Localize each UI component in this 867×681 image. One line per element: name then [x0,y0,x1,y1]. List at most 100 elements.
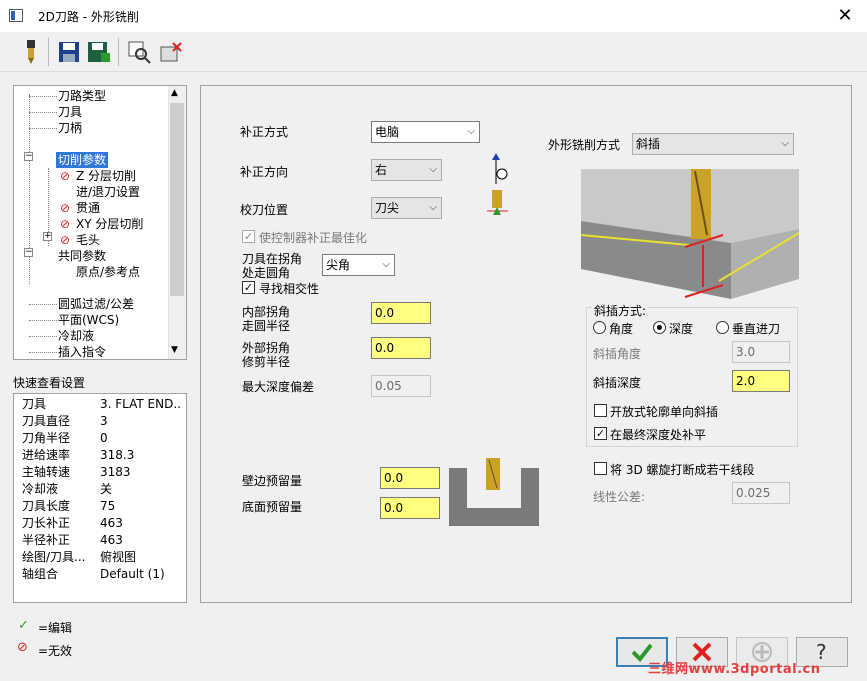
row-key: 冷却液 [22,482,59,496]
table-row: 主轴转速 3183 [22,464,187,481]
outer-corner-input[interactable]: 0.0 [371,337,431,359]
open-contour-label: 开放式轮廓单向斜插 [610,405,719,419]
table-row: 绘图/刀具... 俯视图 [22,549,187,566]
tree-item-holder[interactable]: 刀柄 [58,120,82,136]
tree-item-arc-filter[interactable]: 圆弧过滤/公差 [58,296,134,312]
linear-tol-label: 线性公差: [593,490,646,504]
scroll-down-icon[interactable]: ▼ [171,345,178,355]
row-key: 刀具长度 [22,499,71,513]
tree-item-tool[interactable]: 刀具 [58,104,82,120]
tree-line [29,304,57,305]
tree-item-canned-text[interactable]: 插入指令 [58,344,106,359]
legend-invalid: =无效 [38,644,73,658]
invalid-icon: ⊘ [17,640,28,655]
window-icon [9,9,23,22]
ramp-depth-option: 深度 [669,322,694,336]
ramp-angle-radio[interactable] [593,321,606,334]
collapse-icon[interactable]: − [24,248,33,257]
row-key: 轴组合 [22,567,59,581]
stock-to-leave-illustration [449,458,539,529]
invalid-icon: ⊘ [60,169,71,183]
row-value: 俯视图 [100,550,137,564]
delete-tool-icon[interactable] [158,38,184,66]
linear-tol-input[interactable]: 0.025 [732,482,790,504]
ramp-angle-input[interactable]: 3.0 [732,341,790,363]
tree-item-depth-cuts[interactable]: Z 分层切削 [76,168,136,184]
table-row: 刀角半径 0 [22,430,187,447]
table-row: 半径补正 463 [22,532,187,549]
row-value: 0 [100,431,108,445]
tree-item-multi-passes[interactable]: XY 分层切削 [76,216,143,232]
table-row: 刀具 3. FLAT END... [22,396,187,413]
tree-item-cut-params[interactable]: 切削参数 [56,152,109,168]
expand-icon[interactable]: + [43,232,52,241]
scroll-up-icon[interactable]: ▲ [171,88,178,98]
corner-label-2: 处走圆角 [242,266,291,280]
row-key: 主轴转速 [22,465,71,479]
row-value: 463 [100,533,123,547]
ramp-depth-label: 斜插深度 [593,376,642,390]
row-key: 刀具直径 [22,414,71,428]
find-intersect-label: 寻找相交性 [259,282,320,296]
window-title: 2D刀路 - 外形铣削 [38,10,139,24]
invalid-icon: ⊘ [60,217,71,231]
ramp-plunge-radio[interactable] [716,321,729,334]
comp-type-value: 电脑 [375,125,400,139]
row-value: Default (1) [100,567,165,581]
tree-item-lead-in-out[interactable]: 进/退刀设置 [76,184,140,200]
chevron-down-icon: ⌵ [382,259,390,270]
row-value: 318.3 [100,448,135,462]
tree-item-planes[interactable]: 平面(WCS) [58,312,119,328]
ramp-depth-radio[interactable] [653,321,666,334]
row-value: 3. FLAT END... [100,397,182,411]
helix-break-label: 将 3D 螺旋打断成若干线段 [610,463,755,477]
collapse-icon[interactable]: − [24,152,33,161]
open-contour-checkbox[interactable] [594,404,607,417]
final-depth-label: 在最终深度处补平 [610,428,707,442]
wall-stock-input[interactable]: 0.0 [380,467,440,489]
chevron-down-icon: ⌵ [429,202,437,213]
optimize-checkbox[interactable]: ✓ [242,230,255,243]
tip-comp-label: 校刀位置 [240,203,289,217]
final-depth-checkbox[interactable]: ✓ [594,427,607,440]
ramp-plunge-option: 垂直进刀 [732,322,781,336]
table-row: 冷却液 关 [22,481,187,498]
ramp-angle-label: 斜插角度 [593,347,642,361]
corner-select[interactable]: 尖角 ⌵ [322,254,395,276]
optimize-label: 使控制器补正最佳化 [259,231,368,245]
max-depth-label: 最大深度偏差 [242,380,315,394]
save-as-icon[interactable] [86,38,112,66]
tree-item-tabs[interactable]: 毛头 [76,232,100,248]
floor-stock-label: 底面预留量 [242,500,303,514]
tree-item-toolpath-type[interactable]: 刀路类型 [58,88,106,104]
tree-item-break-through[interactable]: 贯通 [76,200,100,216]
tree-line [29,336,57,337]
tree-scroll-thumb[interactable] [170,103,184,296]
tree-item-home-ref[interactable]: 原点/参考点 [76,264,140,280]
chevron-down-icon: ⌵ [781,138,789,149]
helix-break-checkbox[interactable] [594,462,607,475]
ramp-illustration [580,169,800,304]
tool-icon[interactable] [18,38,44,66]
close-button[interactable]: ✕ [830,3,860,29]
floor-stock-input[interactable]: 0.0 [380,497,440,519]
inner-corner-input[interactable]: 0.0 [371,302,431,324]
contour-type-label: 外形铣削方式 [548,138,621,152]
view-tool-icon[interactable] [126,38,152,66]
tree-item-linking-params[interactable]: 共同参数 [58,248,106,264]
comp-type-select[interactable]: 电脑 ⌵ [371,121,480,143]
find-intersect-checkbox[interactable]: ✓ [242,281,255,294]
tree-line [29,320,57,321]
outer-corner-label-2: 修剪半径 [242,355,291,369]
comp-dir-label: 补正方向 [240,165,289,179]
ramp-angle-option: 角度 [609,322,634,336]
contour-type-select[interactable]: 斜插 ⌵ [632,133,794,155]
quick-view-table: 刀具 3. FLAT END... 刀具直径 3 刀角半径 0 进给速率 318.3 主… [13,393,187,603]
comp-dir-select[interactable]: 右 ⌵ [371,159,442,181]
ramp-depth-input[interactable]: 2.0 [732,370,790,392]
tip-comp-select[interactable]: 刀尖 ⌵ [371,197,442,219]
table-row: 轴组合 Default (1) [22,566,187,583]
tree-item-coolant[interactable]: 冷却液 [58,328,94,344]
save-icon[interactable] [56,38,82,66]
max-depth-input[interactable]: 0.05 [371,375,431,397]
